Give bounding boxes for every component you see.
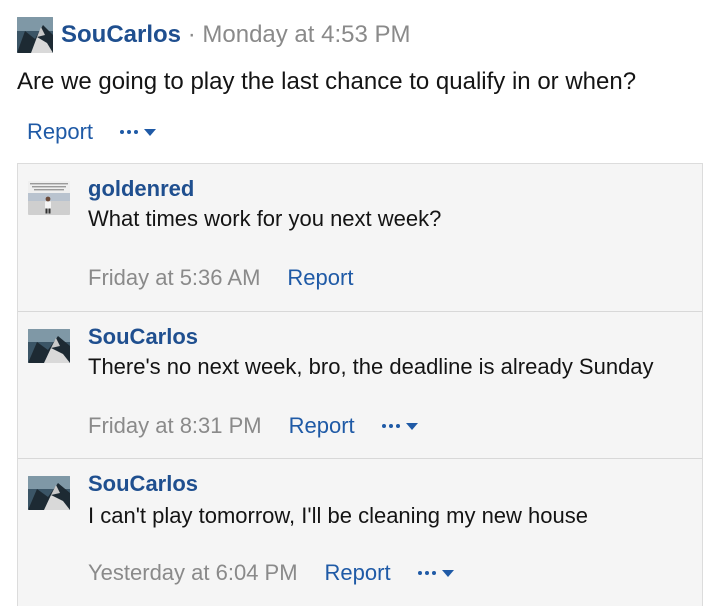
comment-timestamp[interactable]: Friday at 5:36 AM	[88, 264, 260, 292]
avatar[interactable]	[17, 17, 53, 53]
report-link[interactable]: Report	[325, 559, 391, 587]
comment-timestamp[interactable]: Yesterday at 6:04 PM	[88, 559, 298, 587]
ellipsis-icon	[417, 571, 436, 575]
comment-actions: Friday at 8:31 PM Report	[88, 412, 418, 440]
anime-character-avatar-icon	[28, 476, 70, 510]
post-header: SouCarlos · Monday at 4:53 PM	[61, 20, 411, 50]
more-options-button[interactable]	[381, 422, 418, 430]
comment-username[interactable]: SouCarlos	[88, 323, 198, 351]
anime-character-avatar-icon	[17, 17, 53, 53]
more-options-button[interactable]	[120, 128, 157, 136]
comment-username[interactable]: goldenred	[88, 175, 194, 203]
separator: ·	[187, 21, 196, 48]
report-link[interactable]: Report	[289, 412, 355, 440]
comment-username[interactable]: SouCarlos	[88, 470, 198, 498]
avatar[interactable]	[28, 329, 70, 363]
report-link[interactable]: Report	[287, 264, 353, 292]
comment-item: SouCarlos I can't play tomorrow, I'll be…	[18, 458, 702, 606]
post-body: Are we going to play the last chance to …	[17, 68, 637, 95]
ellipsis-icon	[120, 130, 139, 134]
more-options-button[interactable]	[417, 569, 454, 577]
post-actions: Report	[27, 118, 157, 146]
comment-actions: Friday at 5:36 AM Report	[88, 264, 353, 292]
comment-item: goldenred What times work for you next w…	[18, 164, 702, 311]
avatar[interactable]	[28, 181, 70, 215]
anime-character-avatar-icon	[28, 329, 70, 363]
profile-post: SouCarlos · Monday at 4:53 PM Are we goi…	[0, 0, 719, 606]
comment-actions: Yesterday at 6:04 PM Report	[88, 559, 454, 587]
post-username[interactable]: SouCarlos	[61, 21, 181, 48]
post-timestamp[interactable]: Monday at 4:53 PM	[202, 21, 410, 48]
comments-list: goldenred What times work for you next w…	[17, 163, 703, 606]
caret-down-icon	[405, 422, 418, 430]
caret-down-icon	[144, 128, 157, 136]
avatar[interactable]	[28, 476, 70, 510]
comment-text: I can't play tomorrow, I'll be cleaning …	[88, 503, 588, 528]
caret-down-icon	[441, 569, 454, 577]
comment-timestamp[interactable]: Friday at 8:31 PM	[88, 412, 262, 440]
report-link[interactable]: Report	[27, 118, 93, 146]
comment-text: What times work for you next week?	[88, 206, 442, 231]
meme-photo-avatar-icon	[28, 181, 70, 215]
comment-item: SouCarlos There's no next week, bro, the…	[18, 311, 702, 458]
ellipsis-icon	[381, 424, 400, 428]
comment-text: There's no next week, bro, the deadline …	[88, 354, 654, 379]
